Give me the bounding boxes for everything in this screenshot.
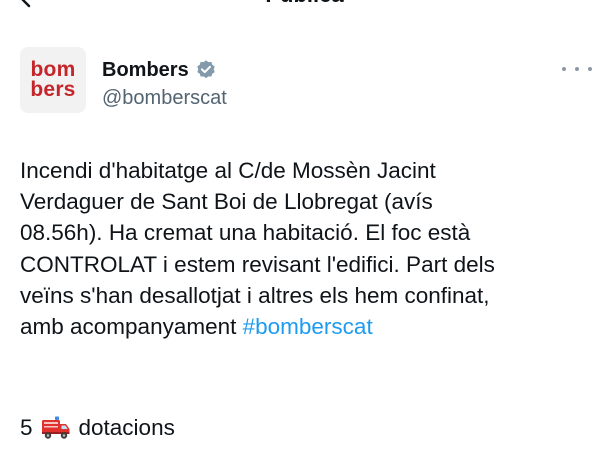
stats-label: dotacions [78,415,175,440]
tweet-text-line: Verdaguer de Sant Boi de Llobregat (avís [20,189,433,215]
more-options-button[interactable] [562,62,592,76]
tweet-text-line: Incendi d'habitatge al C/de Mossèn Jacin… [20,158,436,183]
verified-badge-icon [195,59,217,81]
stats-line: 5 dotacions [20,412,175,443]
hashtag-link[interactable]: #bomberscat [243,314,373,339]
top-bar: Publica [0,0,609,8]
author-handle[interactable]: @bomberscat [102,86,227,110]
tweet-text: Incendi d'habitatge al C/de Mossèn Jacin… [20,155,598,342]
more-dot-icon [588,67,592,71]
stats-count: 5 [20,415,33,440]
avatar-text-line2: bers [30,78,76,101]
more-dot-icon [575,67,579,71]
fire-engine-icon [41,415,71,441]
tweet-text-line-last: amb acompanyament #bomberscat [20,311,598,342]
tweet-text-line: 08.56h). Ha cremat una habitació. El foc… [20,220,471,246]
avatar-text-line1: bom [30,58,76,81]
tweet-text-line: amb acompanyament [20,314,243,340]
avatar[interactable]: bom bers [20,47,86,113]
page-title: Publica [0,0,609,8]
tweet-text-line: veïns s'han desallotjat i altres els hem… [20,282,490,308]
more-dot-icon [562,67,566,71]
author-name-row: Bombers [102,57,217,83]
author-name[interactable]: Bombers [102,57,189,83]
tweet-text-line: CONTROLAT i estem revisant l'edifici. Pa… [20,251,495,277]
